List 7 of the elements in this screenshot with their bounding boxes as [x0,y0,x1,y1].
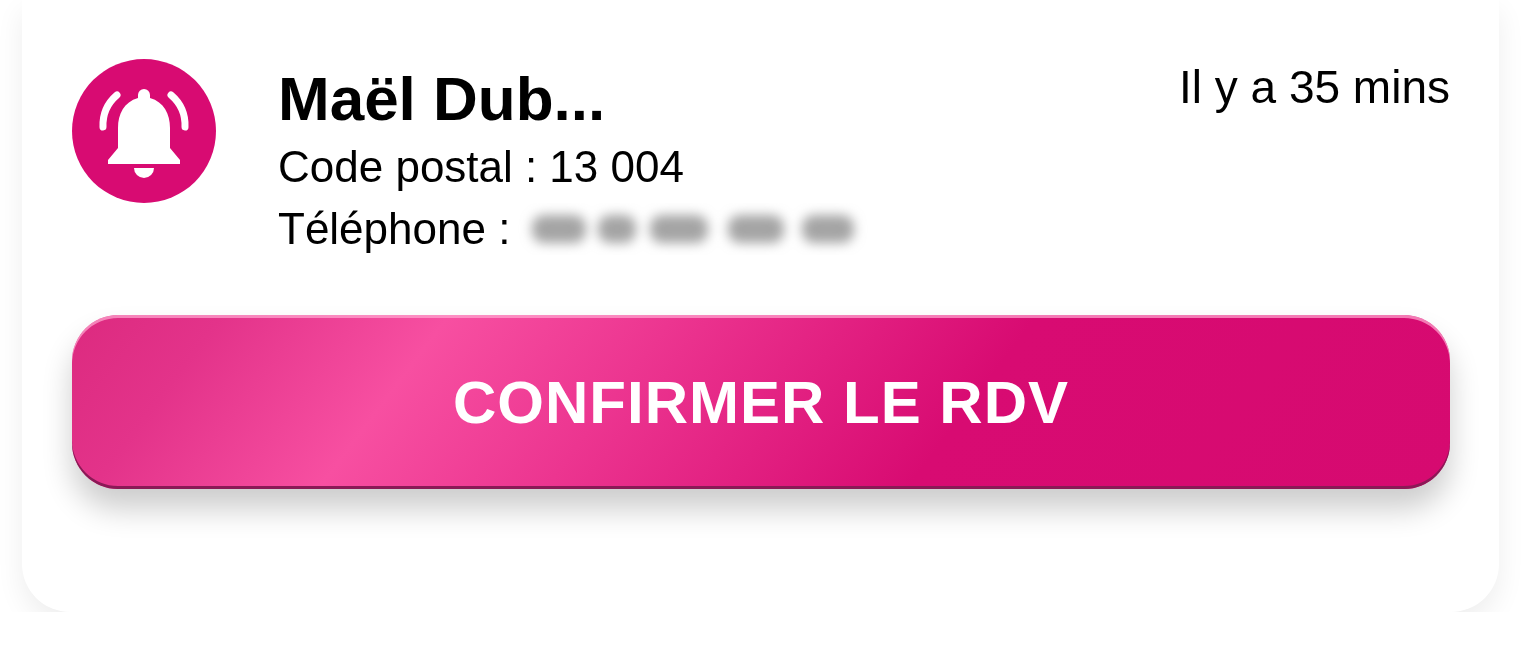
bell-icon [72,59,216,203]
field-label: Téléphone : [278,203,511,255]
field-label: Code postal : [278,141,538,193]
elapsed-time: Il y a 35 mins [1179,60,1450,115]
contact-name: Maël Dub... [278,63,606,135]
field-value: 13 004 [549,141,684,193]
confirm-button[interactable]: CONFIRMER LE RDV [72,315,1450,489]
